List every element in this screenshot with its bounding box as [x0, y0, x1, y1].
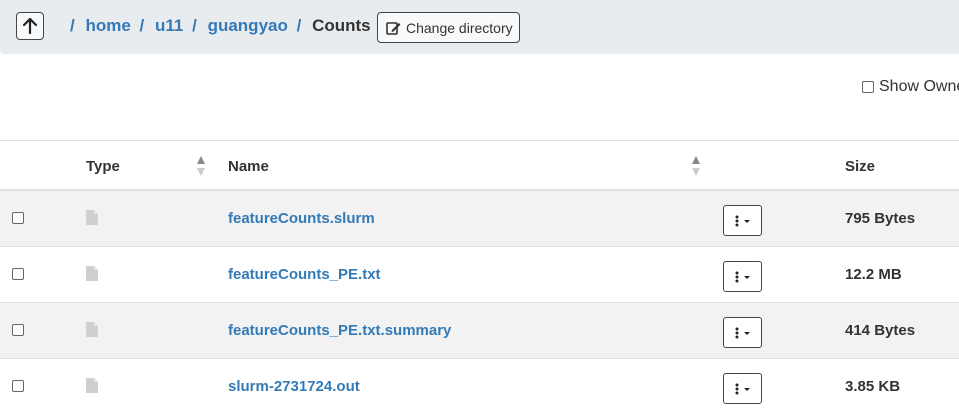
table-row[interactable]: featureCounts_PE.txt.summary 414 Bytes — [0, 303, 959, 359]
arrow-up-icon — [23, 18, 37, 34]
file-icon — [86, 266, 98, 281]
row-checkbox[interactable] — [12, 268, 24, 280]
file-name-link[interactable]: featureCounts_PE.txt — [228, 266, 381, 283]
table-header: Type Name Size — [0, 141, 959, 191]
show-owner-toggle[interactable]: Show Owne — [862, 78, 959, 96]
edit-icon — [386, 21, 401, 35]
change-directory-label: Change directory — [406, 19, 513, 36]
breadcrumb-home[interactable]: home — [85, 16, 130, 35]
row-actions-button[interactable] — [723, 261, 762, 292]
file-name-link[interactable]: featureCounts.slurm — [228, 210, 375, 227]
row-checkbox[interactable] — [12, 212, 24, 224]
row-checkbox[interactable] — [12, 324, 24, 336]
file-size: 795 Bytes — [845, 210, 916, 227]
parent-directory-button[interactable] — [16, 12, 44, 40]
breadcrumb-separator: / — [70, 16, 75, 35]
breadcrumb: / home / u11 / guangyao / Counts / — [70, 16, 384, 36]
file-icon — [86, 322, 98, 337]
path-toolbar: / home / u11 / guangyao / Counts / Chang… — [0, 0, 959, 54]
file-size: 414 Bytes — [845, 322, 916, 339]
breadcrumb-separator: / — [139, 16, 145, 35]
sort-icon[interactable] — [691, 155, 701, 177]
table-row[interactable]: featureCounts.slurm 795 Bytes — [0, 191, 959, 247]
breadcrumb-guangyao[interactable]: guangyao — [208, 16, 288, 35]
breadcrumb-separator: / — [192, 16, 197, 35]
row-actions-button[interactable] — [723, 205, 762, 236]
header-type[interactable]: Type — [86, 158, 120, 175]
header-name[interactable]: Name — [228, 158, 269, 175]
change-directory-button[interactable]: Change directory — [377, 12, 520, 43]
more-options-icon — [735, 271, 750, 282]
file-size: 12.2 MB — [845, 266, 902, 283]
file-size: 3.85 KB — [845, 378, 901, 395]
row-checkbox[interactable] — [12, 380, 24, 392]
file-icon — [86, 378, 98, 393]
more-options-icon — [735, 215, 750, 226]
more-options-icon — [735, 383, 750, 394]
show-owner-label: Show Owne — [879, 78, 959, 95]
file-name-link[interactable]: featureCounts_PE.txt.summary — [228, 322, 451, 339]
more-options-icon — [735, 327, 750, 338]
breadcrumb-u11[interactable]: u11 — [155, 16, 183, 35]
show-owner-checkbox[interactable] — [862, 81, 874, 93]
file-icon — [86, 210, 98, 225]
sort-icon[interactable] — [196, 155, 206, 177]
row-actions-button[interactable] — [723, 317, 762, 348]
file-name-link[interactable]: slurm-2731724.out — [228, 378, 360, 395]
table-row[interactable]: featureCounts_PE.txt 12.2 MB — [0, 247, 959, 303]
row-actions-button[interactable] — [723, 373, 762, 404]
table-row[interactable]: slurm-2731724.out 3.85 KB — [0, 359, 959, 415]
header-size[interactable]: Size — [845, 158, 875, 175]
breadcrumb-separator: / — [296, 16, 302, 35]
breadcrumb-current: Counts — [312, 16, 371, 35]
